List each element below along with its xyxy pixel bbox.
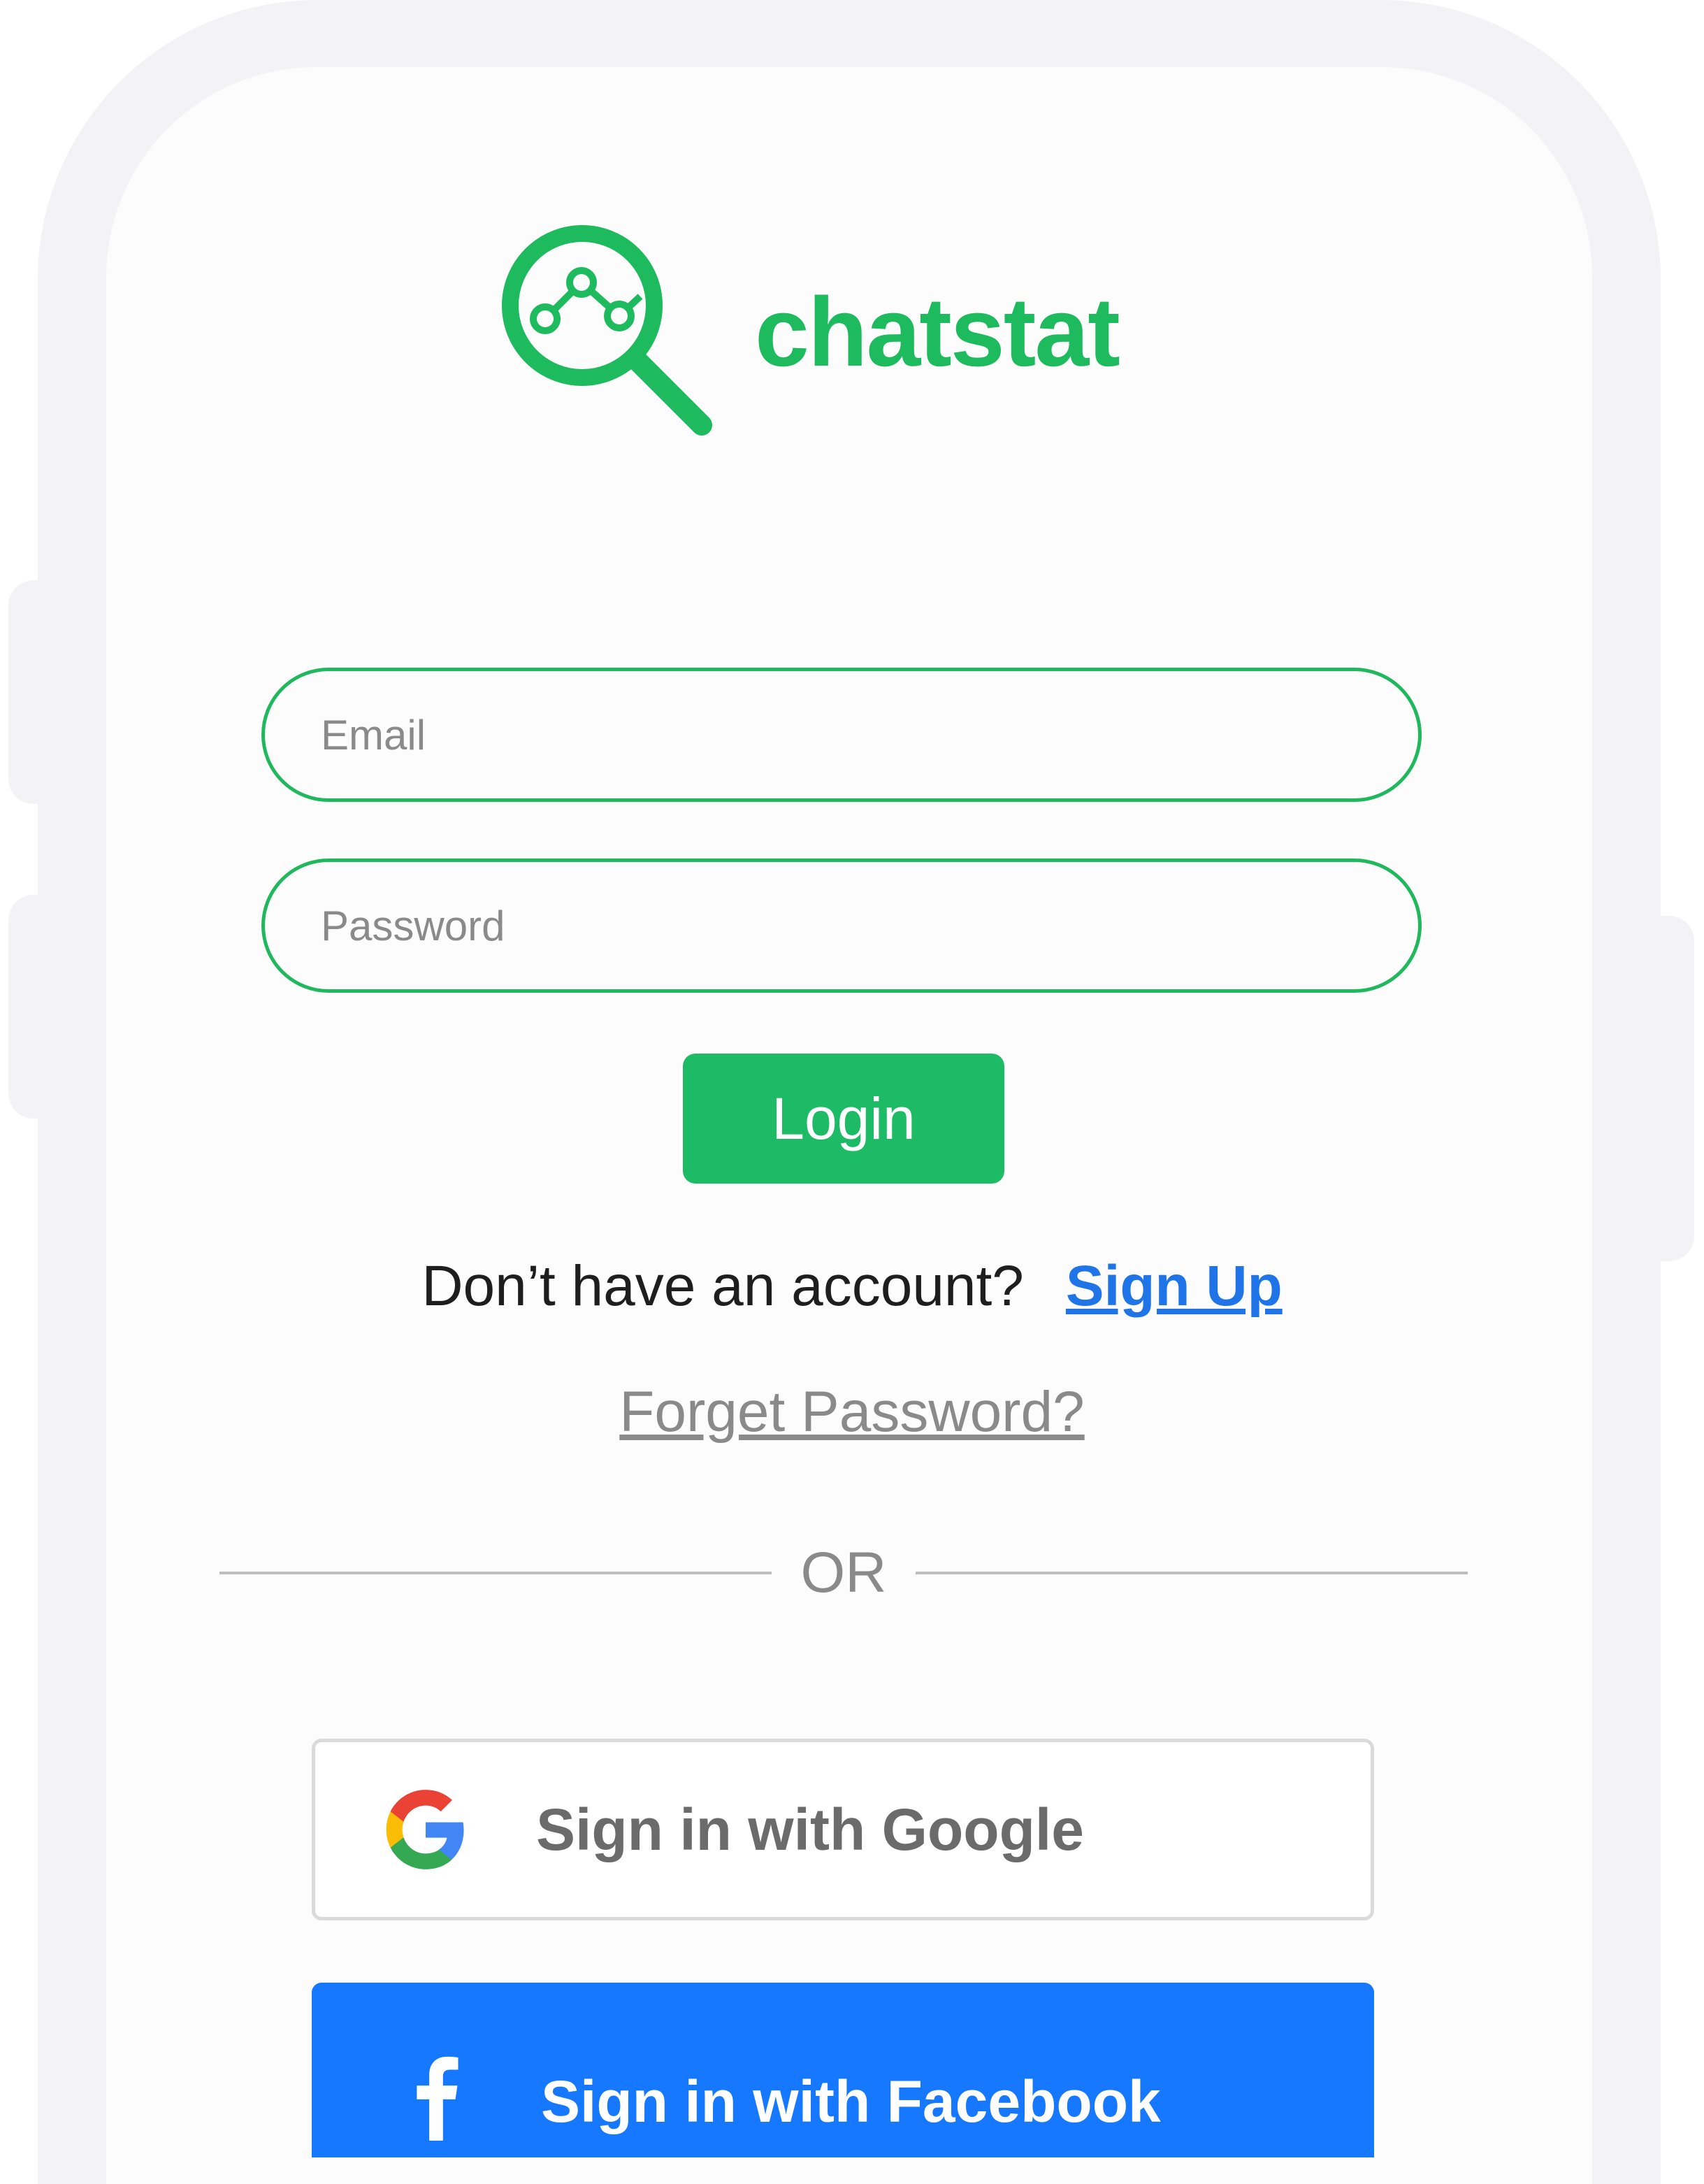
- password-field[interactable]: [261, 858, 1422, 993]
- volume-down-button: [8, 895, 71, 1119]
- google-g-icon: [386, 1790, 464, 1869]
- google-signin-button[interactable]: Sign in with Google: [312, 1739, 1374, 1920]
- divider-line-right: [916, 1572, 1468, 1574]
- volume-up-button: [8, 580, 71, 804]
- brand-name: chatstat: [755, 277, 1120, 387]
- facebook-signin-button[interactable]: Sign in with Facebook: [312, 1983, 1374, 2157]
- email-input[interactable]: [265, 671, 1418, 798]
- magnifier-chart-icon: [502, 225, 712, 436]
- password-input[interactable]: [265, 862, 1418, 989]
- signup-prompt-text: Don’t have an account?: [421, 1254, 1024, 1318]
- facebook-signin-label: Sign in with Facebook: [541, 2069, 1161, 2134]
- power-button: [1629, 916, 1694, 1261]
- google-signin-label: Sign in with Google: [536, 1797, 1084, 1862]
- signup-prompt: Don’t have an account? Sign Up: [0, 1244, 1704, 1328]
- login-button[interactable]: Login: [683, 1054, 1004, 1184]
- email-field[interactable]: [261, 668, 1422, 802]
- facebook-f-icon: [417, 2056, 459, 2141]
- divider-line-left: [219, 1572, 772, 1574]
- or-divider-label: OR: [800, 1541, 887, 1604]
- forgot-password-link[interactable]: Forget Password?: [0, 1370, 1704, 1454]
- signup-link[interactable]: Sign Up: [1066, 1254, 1283, 1318]
